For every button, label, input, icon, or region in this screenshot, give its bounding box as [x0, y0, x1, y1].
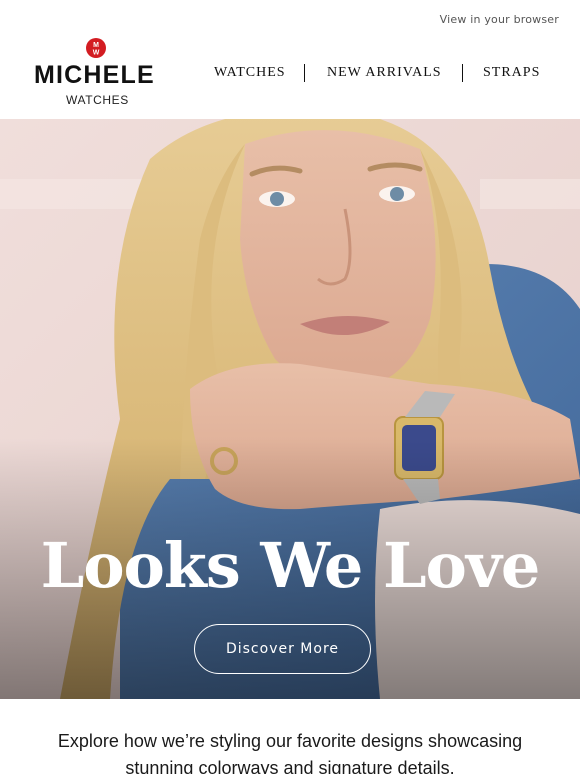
svg-text:W: W	[93, 50, 100, 57]
nav-new-arrivals[interactable]: NEW ARRIVALS	[327, 65, 442, 81]
view-in-browser-link[interactable]: View in your browser	[440, 13, 559, 26]
main-nav: WATCHES NEW ARRIVALS STRAPS	[200, 62, 560, 84]
nav-divider	[462, 64, 463, 82]
svg-text:M: M	[93, 42, 99, 49]
nav-straps[interactable]: STRAPS	[483, 65, 540, 81]
hero-banner[interactable]: Looks We Love Discover More	[0, 119, 580, 699]
email-header: M W MICHELE WATCHES WATCHES NEW ARRIVALS…	[0, 34, 580, 118]
nav-watches[interactable]: WATCHES	[214, 65, 286, 81]
intro-text: Explore how we’re styling our favorite d…	[57, 731, 523, 774]
brand-sub: WATCHES	[66, 93, 129, 107]
brand-name: MICHELE	[34, 61, 155, 89]
hero-title: Looks We Love	[40, 529, 541, 602]
hero-photo	[0, 119, 580, 699]
nav-divider	[304, 64, 305, 82]
discover-more-button[interactable]: Discover More	[194, 624, 371, 674]
mw-badge-icon: M W	[86, 38, 106, 58]
michele-logo[interactable]: M W MICHELE WATCHES	[34, 37, 158, 109]
